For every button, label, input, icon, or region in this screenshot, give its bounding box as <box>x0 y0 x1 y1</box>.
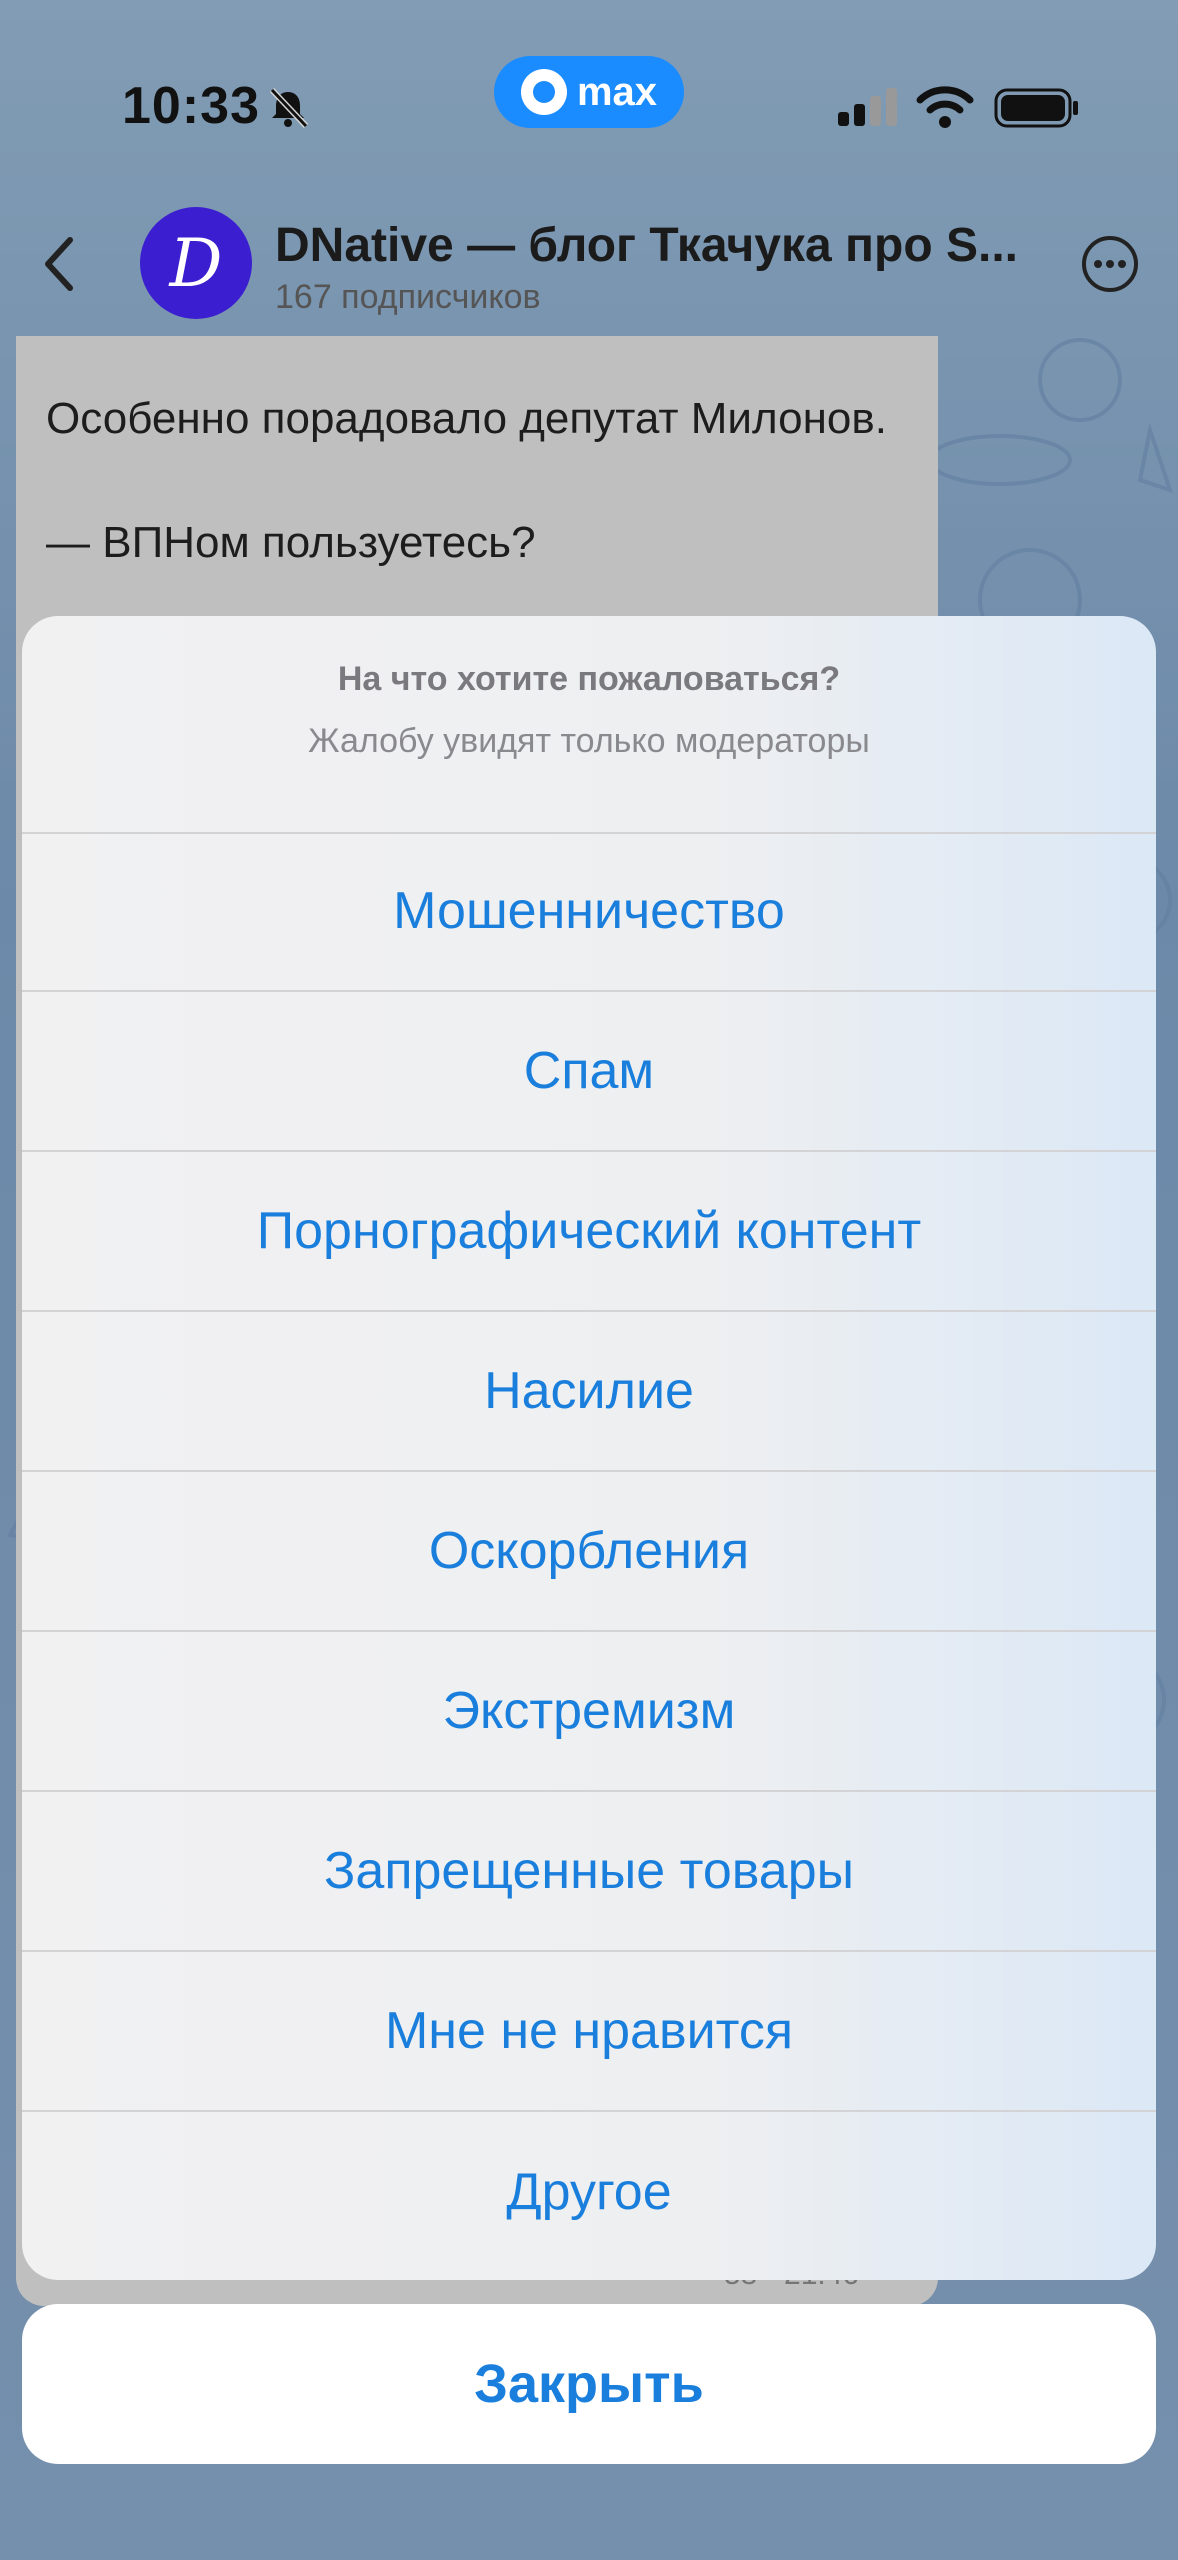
more-icon[interactable] <box>1080 234 1140 294</box>
report-sheet-header: На что хотите пожаловаться? Жалобу увидя… <box>22 616 1156 834</box>
status-bar: 10:33 max <box>0 0 1178 200</box>
channel-avatar[interactable]: D <box>140 207 252 319</box>
report-option-insults[interactable]: Оскорбления <box>22 1472 1156 1632</box>
channel-title[interactable]: DNative — блог Ткачука про S... <box>275 218 1015 273</box>
report-option-violence[interactable]: Насилие <box>22 1312 1156 1472</box>
app-pill-label: max <box>576 69 658 114</box>
back-chevron-icon[interactable] <box>36 232 80 296</box>
wifi-icon <box>916 86 974 128</box>
report-option-dislike[interactable]: Мне не нравится <box>22 1952 1156 2112</box>
bell-muted-icon <box>269 87 309 129</box>
report-option-other[interactable]: Другое <box>22 2112 1156 2272</box>
report-option-pornography[interactable]: Порнографический контент <box>22 1152 1156 1312</box>
max-logo-icon <box>520 69 567 115</box>
report-option-extremism[interactable]: Экстремизм <box>22 1632 1156 1792</box>
report-option-prohibited-goods[interactable]: Запрещенные товары <box>22 1792 1156 1952</box>
battery-icon <box>994 88 1078 128</box>
report-action-sheet: На что хотите пожаловаться? Жалобу увидя… <box>22 616 1156 2280</box>
channel-subscribers: 167 подписчиков <box>275 278 541 316</box>
report-option-spam[interactable]: Спам <box>22 992 1156 1152</box>
close-button[interactable]: Закрыть <box>22 2304 1156 2464</box>
report-sheet-subtitle: Жалобу увидят только модераторы <box>308 722 870 760</box>
status-time: 10:33 <box>122 77 260 135</box>
max-app-pill[interactable]: max <box>494 56 684 128</box>
report-option-fraud[interactable]: Мошенничество <box>22 832 1156 992</box>
cellular-signal-icon <box>838 88 897 126</box>
report-sheet-title: На что хотите пожаловаться? <box>337 660 841 698</box>
